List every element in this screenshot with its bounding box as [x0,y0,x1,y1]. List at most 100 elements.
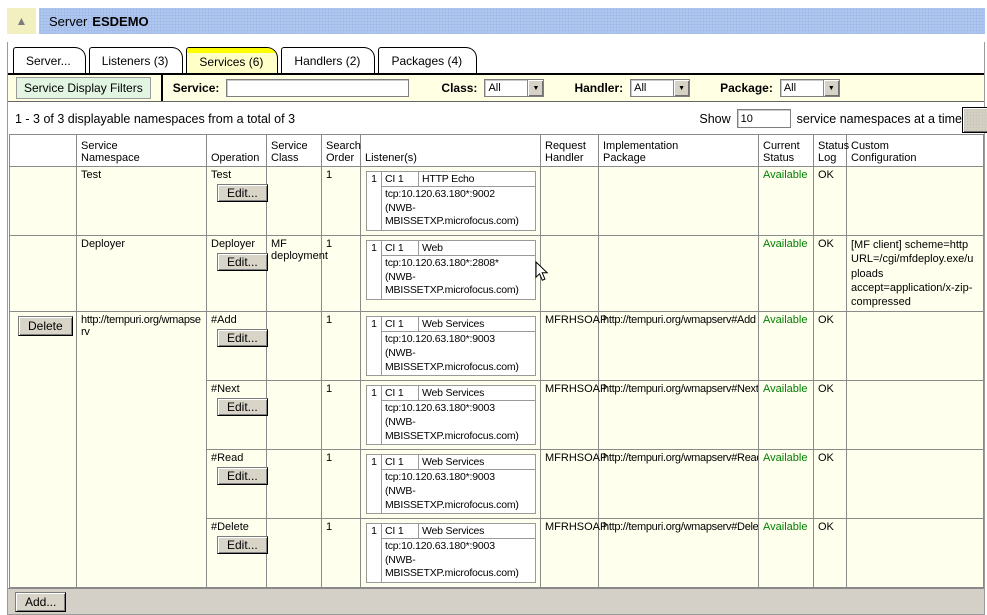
listener-host: (NWB-MBISSETXP.microfocus.com) [385,485,532,512]
cell-search-order: 1 [322,519,361,588]
namespace-count-summary: 1 - 3 of 3 displayable namespaces from a… [15,112,699,126]
cell-request-handler [541,235,599,311]
listener-address-cell: tcp:10.120.63.180*:9003 (NWB-MBISSETXP.m… [382,332,536,376]
server-title-bar: Server ESDEMO [39,8,985,34]
cell-custom-configuration [847,519,984,588]
listener-subtable: 1 CI 1 HTTP Echo tcp:10.120.63.180*:9002… [366,171,536,231]
cell-search-order: 1 [322,450,361,519]
server-title-prefix: Server [49,14,87,29]
tab-listeners[interactable]: Listeners (3) [89,47,184,73]
collapse-cell[interactable]: ▲ [7,8,36,34]
listener-host: (NWB-MBISSETXP.microfocus.com) [385,347,532,374]
package-filter-select[interactable]: All ▼ [780,79,840,97]
service-filter-bar: Service Display Filters Service: Class: … [8,73,984,102]
cell-service-class [267,450,322,519]
page-next-button[interactable] [962,107,987,133]
listener-address: tcp:10.120.63.180*:9003 [385,402,532,416]
cell-implementation-package: http://tempuri.org/wmapserv#Add [599,312,759,381]
cell-status-log: OK [814,381,847,450]
cell-current-status: Available [759,519,814,588]
handler-filter-label: Handler: [574,81,623,95]
cell-current-status: Available [759,312,814,381]
operation-label: #Next [211,383,262,395]
listener-name: Web Services [419,386,536,401]
cell-status-log: OK [814,519,847,588]
class-filter-select[interactable]: All ▼ [484,79,544,97]
listener-host: (NWB-MBISSETXP.microfocus.com) [385,202,532,229]
tab-bar: Server... Listeners (3) Services (6) Han… [8,42,984,73]
cell-implementation-package [599,235,759,311]
edit-button[interactable]: Edit... [217,398,268,416]
server-header-bar: ▲ Server ESDEMO [7,8,985,34]
filter-title: Service Display Filters [16,77,151,99]
row-action-cell [10,167,77,236]
collapse-triangle-icon: ▲ [16,14,28,28]
edit-button[interactable]: Edit... [217,467,268,485]
cell-request-handler [541,167,599,236]
listener-address-cell: tcp:10.120.63.180*:9003 (NWB-MBISSETXP.m… [382,470,536,514]
table-row: Delete http://tempuri.org/wmapserv #Add … [10,312,984,381]
cell-listeners: 1 CI 1 HTTP Echo tcp:10.120.63.180*:9002… [361,167,541,236]
edit-button[interactable]: Edit... [217,253,268,271]
cell-operation: #Next Edit... [207,381,267,450]
operation-label: Deployer [211,238,262,250]
show-count-input[interactable] [737,109,791,128]
cell-listeners: 1 CI 1 Web Services tcp:10.120.63.180*:9… [361,519,541,588]
table-row: Deployer Deployer Edit... MF deployment … [10,235,984,311]
edit-button[interactable]: Edit... [217,329,268,347]
pagination-row: 1 - 3 of 3 displayable namespaces from a… [8,102,984,134]
chevron-down-icon: ▼ [823,80,839,96]
listener-host: (NWB-MBISSETXP.microfocus.com) [385,554,532,581]
edit-button[interactable]: Edit... [217,184,268,202]
cell-current-status: Available [759,235,814,311]
cell-service-class [267,167,322,236]
listener-subtable: 1 CI 1 Web Services tcp:10.120.63.180*:9… [366,385,536,445]
cell-custom-configuration [847,167,984,236]
cell-operation: Deployer Edit... [207,235,267,311]
listener-name: Web Services [419,455,536,470]
cell-namespace: Test [77,167,207,236]
cell-request-handler: MFRHSOAP [541,381,599,450]
listener-ci: CI 1 [382,386,419,401]
cell-service-class [267,519,322,588]
cell-status-log: OK [814,312,847,381]
listener-address-cell: tcp:10.120.63.180*:9003 (NWB-MBISSETXP.m… [382,539,536,583]
cell-search-order: 1 [322,312,361,381]
edit-button[interactable]: Edit... [217,536,268,554]
listener-host: (NWB-MBISSETXP.microfocus.com) [385,416,532,443]
server-panel: ▲ Server ESDEMO Server... Listeners (3) … [7,8,985,615]
cell-operation: #Delete Edit... [207,519,267,588]
cell-current-status: Available [759,167,814,236]
class-filter-label: Class: [441,81,477,95]
operation-label: #Delete [211,521,262,533]
delete-button[interactable]: Delete [18,316,73,336]
listener-address: tcp:10.120.63.180*:9003 [385,333,532,347]
service-filter-input[interactable] [226,79,409,97]
tab-server[interactable]: Server... [13,47,86,73]
cell-search-order: 1 [322,167,361,236]
add-button[interactable]: Add... [15,592,66,612]
cell-status-log: OK [814,450,847,519]
cell-request-handler: MFRHSOAP [541,450,599,519]
listener-address: tcp:10.120.63.180*:9003 [385,540,532,554]
show-label: Show [699,112,730,126]
header-actions [10,135,77,167]
cell-custom-configuration [847,381,984,450]
operation-label: Test [211,169,262,181]
listener-address-cell: tcp:10.120.63.180*:9003 (NWB-MBISSETXP.m… [382,401,536,445]
listener-address: tcp:10.120.63.180*:9003 [385,471,532,485]
chevron-down-icon: ▼ [527,80,543,96]
listener-ci: CI 1 [382,317,419,332]
header-service-class: Service Class [267,135,322,167]
chevron-down-icon: ▼ [673,80,689,96]
tab-handlers[interactable]: Handlers (2) [281,47,375,73]
tab-services[interactable]: Services (6) [186,47,278,73]
show-suffix: service namespaces at a time [797,112,962,126]
cell-status-log: OK [814,167,847,236]
tab-packages[interactable]: Packages (4) [378,47,477,73]
listener-address-cell: tcp:10.120.63.180*:2808* (NWB-MBISSETXP.… [382,255,536,299]
listener-subtable: 1 CI 1 Web Services tcp:10.120.63.180*:9… [366,316,536,376]
cell-service-class [267,312,322,381]
handler-filter-select[interactable]: All ▼ [630,79,690,97]
cell-request-handler: MFRHSOAP [541,519,599,588]
